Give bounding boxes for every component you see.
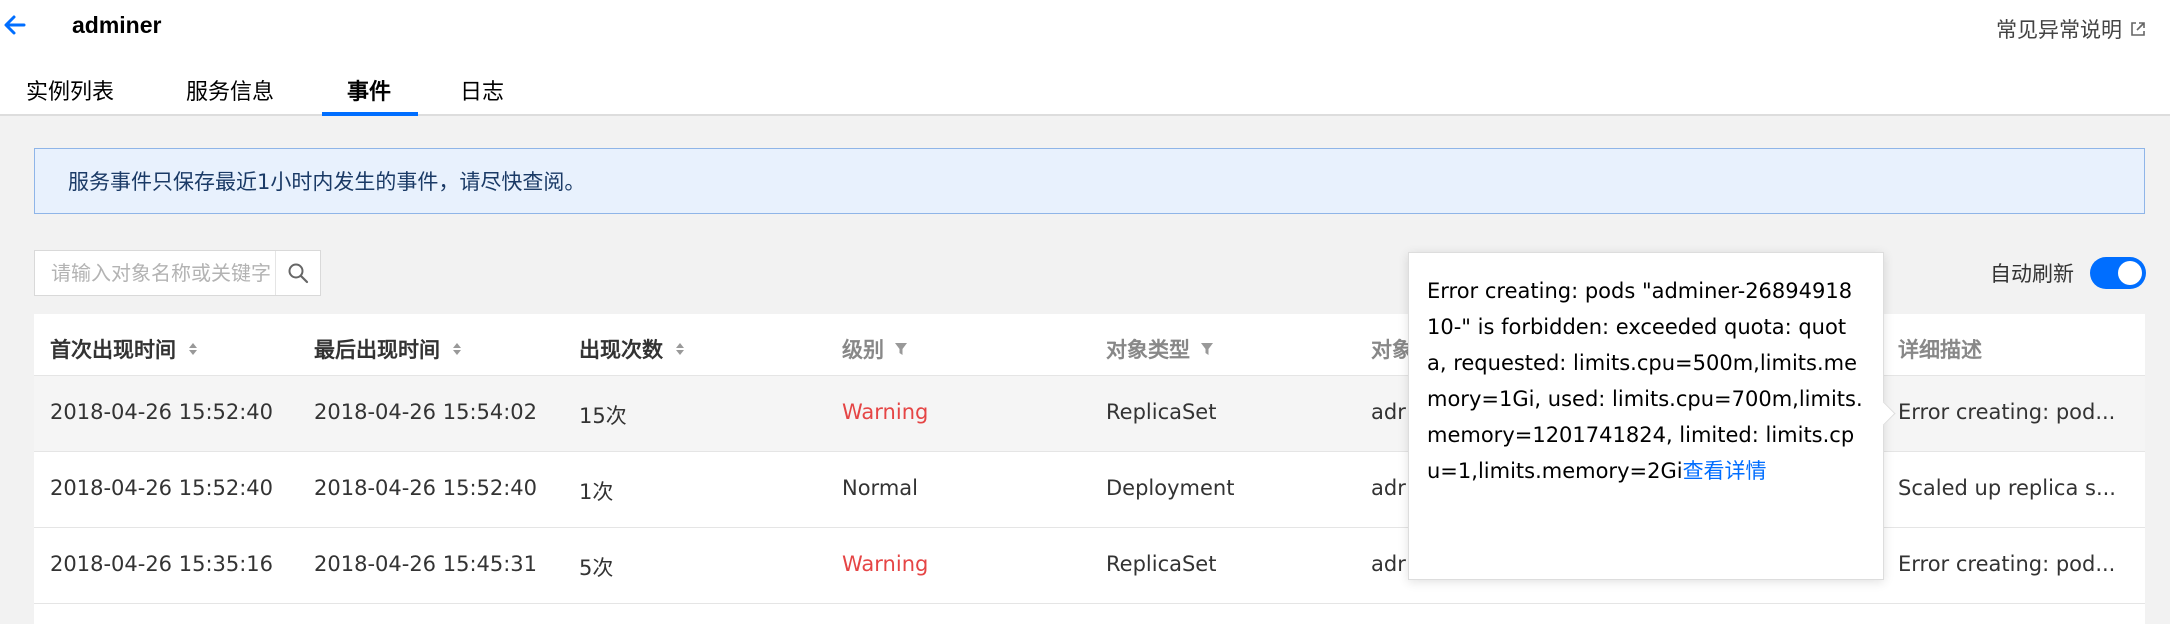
column-header-kind[interactable]: 对象类型 [1106,334,1214,364]
level-cell: Warning [842,400,929,424]
auto-refresh-toggle[interactable] [2090,257,2146,289]
back-arrow-icon[interactable] [0,10,30,40]
search-button[interactable] [275,251,320,295]
sort-icon [189,343,197,355]
description-cell[interactable]: Error creating: pod... [1898,400,2128,424]
column-header-count[interactable]: 出现次数 [579,334,687,364]
last-seen-cell: 2018-04-26 15:54:02 [314,400,538,424]
description-tooltip: Error creating: pods "adminer-2689491810… [1408,252,1896,580]
last-seen-cell: 2018-04-26 15:45:31 [314,552,538,576]
count-cell: 5次 [579,556,614,580]
search-icon [288,263,309,284]
info-notice: 服务事件只保存最近1小时内发生的事件，请尽快查阅。 [34,148,2145,214]
count-cell: 1次 [579,480,614,504]
search-input[interactable] [35,251,281,295]
object-cell: adr [1371,552,1406,576]
column-header-description: 详细描述 [1898,338,1982,362]
auto-refresh: 自动刷新 [1990,250,2146,296]
level-cell: Normal [842,476,918,500]
top-bar: adminer 常见异常说明 [0,0,2170,58]
column-header-first-seen[interactable]: 首次出现时间 [50,334,200,364]
auto-refresh-label: 自动刷新 [1990,262,2074,286]
tab-instances[interactable]: 实例列表 [26,74,114,106]
column-header-last-seen[interactable]: 最后出现时间 [314,334,464,364]
description-cell[interactable]: Error creating: pod... [1898,552,2128,576]
external-link-icon [2131,22,2145,36]
help-link-label: 常见异常说明 [1996,18,2122,42]
tooltip-text: Error creating: pods "adminer-2689491810… [1427,279,1863,483]
first-seen-cell: 2018-04-26 15:35:16 [50,552,274,576]
filter-icon [895,343,907,355]
tab-service-info[interactable]: 服务信息 [186,74,274,106]
first-seen-cell: 2018-04-26 15:52:40 [50,400,274,424]
help-link[interactable]: 常见异常说明 [1996,14,2146,44]
kind-cell: Deployment [1106,476,1235,500]
column-header-level[interactable]: 级别 [842,334,908,364]
count-cell: 15次 [579,404,627,428]
sort-icon [453,343,461,355]
sort-icon [676,343,684,355]
filter-icon [1201,343,1213,355]
first-seen-cell: 2018-04-26 15:52:40 [50,476,274,500]
page-title: adminer [72,12,162,38]
level-cell: Warning [842,552,929,576]
toggle-knob [2118,261,2142,285]
kind-cell: ReplicaSet [1106,552,1217,576]
page: adminer 常见异常说明 实例列表 服务信息 事件 日志 服务事件只保存最近… [0,0,2170,624]
tab-logs[interactable]: 日志 [460,74,504,106]
tab-bar: 实例列表 服务信息 事件 日志 [0,62,2170,116]
search-box [34,250,321,296]
kind-cell: ReplicaSet [1106,400,1217,424]
last-seen-cell: 2018-04-26 15:52:40 [314,476,538,500]
description-cell[interactable]: Scaled up replica s... [1898,476,2128,500]
view-details-link[interactable]: 查看详情 [1683,459,1767,483]
object-cell: adr [1371,476,1406,500]
object-cell: adr [1371,400,1406,424]
tab-events[interactable]: 事件 [347,74,391,106]
